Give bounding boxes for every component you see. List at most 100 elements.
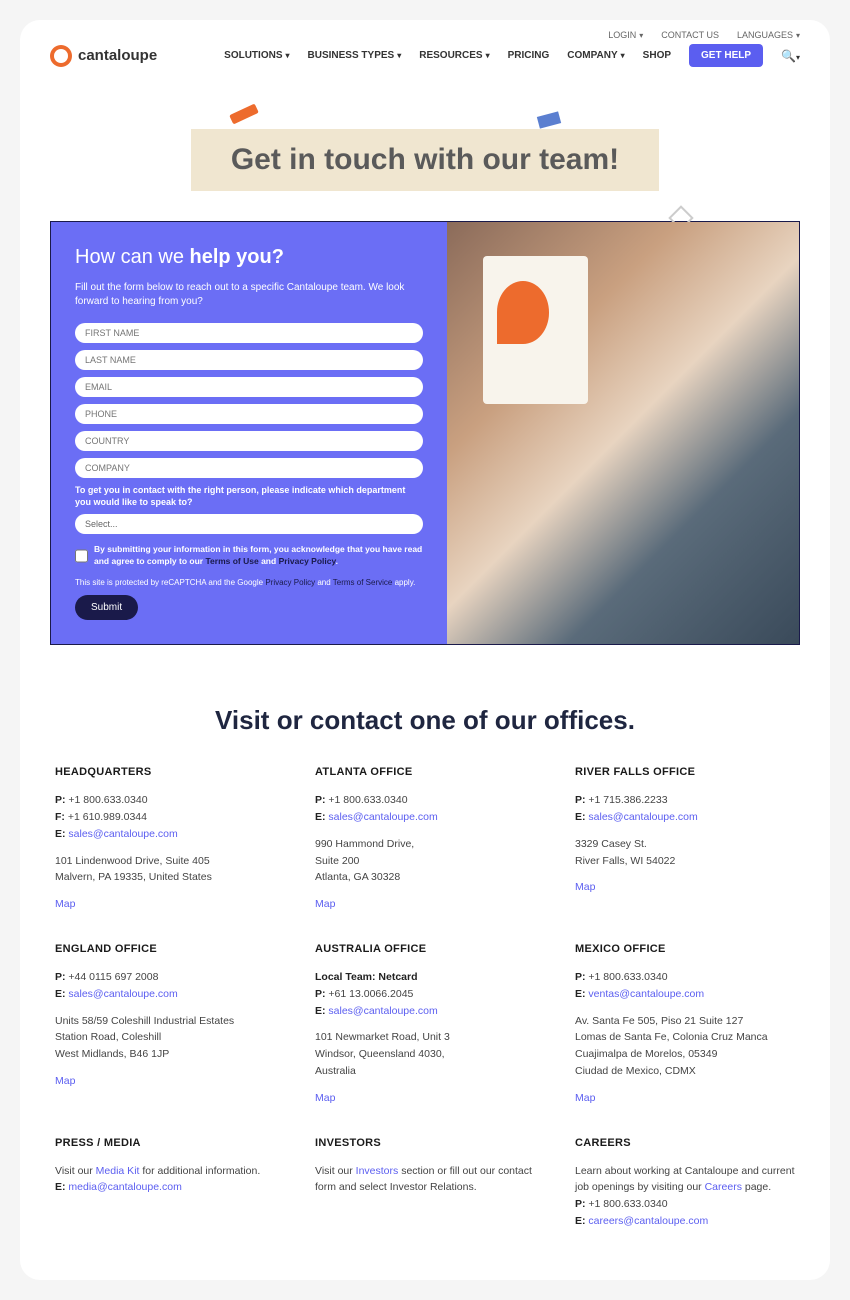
office-card: AUSTRALIA OFFICE Local Team: NetcardP: +6… bbox=[315, 943, 535, 1107]
nav-resources[interactable]: RESOURCES ▾ bbox=[419, 50, 489, 61]
map-link[interactable]: Map bbox=[55, 1075, 75, 1087]
office-card: HEADQUARTERS P: +1 800.633.0340F: +1 610.… bbox=[55, 766, 275, 913]
captcha-tos-link[interactable]: Terms of Service bbox=[333, 578, 393, 587]
search-icon[interactable]: 🔍▾ bbox=[781, 49, 800, 63]
contact-form: How can we help you? Fill out the form b… bbox=[51, 222, 447, 644]
office-card: MEXICO OFFICE P: +1 800.633.0340E: ventas… bbox=[575, 943, 795, 1107]
first-name-input[interactable] bbox=[75, 323, 423, 343]
info-text: Visit our Media Kit for additional infor… bbox=[55, 1163, 275, 1197]
info-card: PRESS / MEDIA Visit our Media Kit for add… bbox=[55, 1137, 275, 1240]
chevron-down-icon: ▾ bbox=[286, 51, 290, 60]
nav-solutions[interactable]: SOLUTIONS ▾ bbox=[224, 50, 289, 61]
terms-link[interactable]: Terms of Use bbox=[205, 556, 258, 566]
office-contact: P: +44 0115 697 2008E: sales@cantaloupe.… bbox=[55, 969, 275, 1003]
captcha-privacy-link[interactable]: Privacy Policy bbox=[265, 578, 315, 587]
office-name: ENGLAND OFFICE bbox=[55, 943, 275, 955]
map-link[interactable]: Map bbox=[315, 1092, 335, 1104]
office-address: 101 Newmarket Road, Unit 3Windsor, Queen… bbox=[315, 1029, 535, 1079]
map-link[interactable]: Map bbox=[575, 1092, 595, 1104]
contactus-link[interactable]: CONTACT US bbox=[661, 30, 719, 40]
map-link[interactable]: Map bbox=[55, 898, 75, 910]
office-name: MEXICO OFFICE bbox=[575, 943, 795, 955]
office-name: AUSTRALIA OFFICE bbox=[315, 943, 535, 955]
login-label: LOGIN bbox=[608, 30, 636, 40]
nav-company[interactable]: COMPANY▾ bbox=[567, 50, 624, 61]
map-link[interactable]: Map bbox=[575, 881, 595, 893]
country-input[interactable] bbox=[75, 431, 423, 451]
info-link[interactable]: Careers bbox=[705, 1181, 742, 1193]
form-description: Fill out the form below to reach out to … bbox=[75, 281, 423, 309]
login-link[interactable]: LOGIN▾ bbox=[608, 30, 643, 40]
office-contact: P: +1 800.633.0340E: ventas@cantaloupe.c… bbox=[575, 969, 795, 1003]
office-contact: P: +1 715.386.2233E: sales@cantaloupe.co… bbox=[575, 792, 795, 826]
office-name: RIVER FALLS OFFICE bbox=[575, 766, 795, 778]
office-card: RIVER FALLS OFFICE P: +1 715.386.2233E: s… bbox=[575, 766, 795, 913]
office-address: 101 Lindenwood Drive, Suite 405Malvern, … bbox=[55, 853, 275, 887]
office-email-link[interactable]: sales@cantaloupe.com bbox=[328, 1005, 437, 1017]
nav-businesstypes[interactable]: BUSINESS TYPES▾ bbox=[308, 50, 402, 61]
office-contact: Local Team: NetcardP: +61 13.0066.2045E:… bbox=[315, 969, 535, 1019]
info-email-link[interactable]: careers@cantaloupe.com bbox=[588, 1215, 708, 1227]
nav-label: BUSINESS TYPES bbox=[308, 50, 395, 61]
office-address: Av. Santa Fe 505, Piso 21 Suite 127Lomas… bbox=[575, 1013, 795, 1080]
hero-title-box: Get in touch with our team! bbox=[191, 129, 659, 191]
map-link[interactable]: Map bbox=[315, 898, 335, 910]
title-part: help you? bbox=[190, 246, 284, 268]
office-name: ATLANTA OFFICE bbox=[315, 766, 535, 778]
logo[interactable]: cantaloupe bbox=[50, 45, 157, 67]
consent-part: and bbox=[259, 556, 279, 566]
department-select[interactable]: Select... bbox=[75, 514, 423, 534]
office-email-link[interactable]: sales@cantaloupe.com bbox=[328, 811, 437, 823]
nav-shop[interactable]: SHOP bbox=[643, 50, 671, 61]
privacy-link[interactable]: Privacy Policy bbox=[279, 556, 336, 566]
email-input[interactable] bbox=[75, 377, 423, 397]
info-link[interactable]: Media Kit bbox=[96, 1165, 140, 1177]
hero-image bbox=[447, 222, 799, 644]
office-email-link[interactable]: ventas@cantaloupe.com bbox=[588, 988, 704, 1000]
office-contact: P: +1 800.633.0340F: +1 610.989.0344E: s… bbox=[55, 792, 275, 842]
decoration-icon bbox=[229, 104, 259, 125]
office-email-link[interactable]: sales@cantaloupe.com bbox=[68, 828, 177, 840]
languages-link[interactable]: LANGUAGES▾ bbox=[737, 30, 800, 40]
info-card: INVESTORS Visit our Investors section or … bbox=[315, 1137, 535, 1240]
info-name: CAREERS bbox=[575, 1137, 795, 1149]
form-title: How can we help you? bbox=[75, 246, 423, 269]
office-address: 3329 Casey St.River Falls, WI 54022 bbox=[575, 836, 795, 870]
nav-pricing[interactable]: PRICING bbox=[508, 50, 550, 61]
company-input[interactable] bbox=[75, 458, 423, 478]
info-text: Visit our Investors section or fill out … bbox=[315, 1163, 535, 1197]
office-email-link[interactable]: sales@cantaloupe.com bbox=[588, 811, 697, 823]
nav-label: RESOURCES bbox=[419, 50, 482, 61]
info-text: Learn about working at Cantaloupe and cu… bbox=[575, 1163, 795, 1230]
office-address: 990 Hammond Drive,Suite 200Atlanta, GA 3… bbox=[315, 836, 535, 886]
chevron-down-icon: ▾ bbox=[486, 51, 490, 60]
chevron-down-icon: ▾ bbox=[621, 51, 625, 60]
page-title: Get in touch with our team! bbox=[231, 143, 619, 177]
gethelp-button[interactable]: GET HELP bbox=[689, 44, 763, 67]
office-card: ENGLAND OFFICE P: +44 0115 697 2008E: sal… bbox=[55, 943, 275, 1107]
logo-text: cantaloupe bbox=[78, 47, 157, 64]
last-name-input[interactable] bbox=[75, 350, 423, 370]
info-email-link[interactable]: media@cantaloupe.com bbox=[68, 1181, 181, 1193]
chevron-down-icon: ▾ bbox=[397, 51, 401, 60]
office-card: ATLANTA OFFICEP: +1 800.633.0340E: sales… bbox=[315, 766, 535, 913]
chevron-down-icon: ▾ bbox=[639, 31, 643, 40]
decoration-icon bbox=[537, 111, 561, 128]
languages-label: LANGUAGES bbox=[737, 30, 793, 40]
info-name: PRESS / MEDIA bbox=[55, 1137, 275, 1149]
office-address: Units 58/59 Coleshill Industrial Estates… bbox=[55, 1013, 275, 1063]
captcha-part: This site is protected by reCAPTCHA and … bbox=[75, 578, 265, 587]
captcha-part: and bbox=[315, 578, 333, 587]
info-link[interactable]: Investors bbox=[356, 1165, 399, 1177]
captcha-part: apply. bbox=[392, 578, 415, 587]
office-email-link[interactable]: sales@cantaloupe.com bbox=[68, 988, 177, 1000]
consent-checkbox[interactable] bbox=[75, 544, 88, 568]
captcha-notice: This site is protected by reCAPTCHA and … bbox=[75, 578, 423, 587]
phone-input[interactable] bbox=[75, 404, 423, 424]
info-card: CAREERS Learn about working at Cantaloupe… bbox=[575, 1137, 795, 1240]
info-name: INVESTORS bbox=[315, 1137, 535, 1149]
consent-text: By submitting your information in this f… bbox=[94, 544, 423, 568]
office-name: HEADQUARTERS bbox=[55, 766, 275, 778]
nav-label: SOLUTIONS bbox=[224, 50, 282, 61]
submit-button[interactable]: Submit bbox=[75, 595, 138, 620]
